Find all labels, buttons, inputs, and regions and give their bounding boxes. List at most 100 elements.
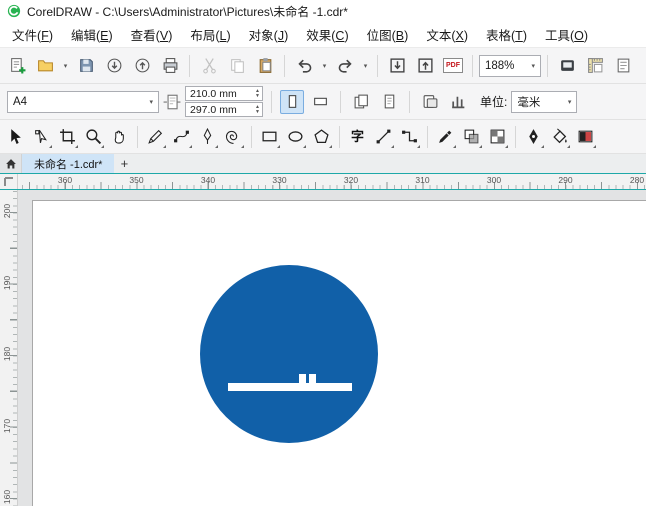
publish-pdf-button[interactable]: PDF <box>440 53 466 79</box>
ellipse-tool[interactable] <box>283 123 308 150</box>
width-spinner[interactable]: ▲▼ <box>255 89 260 98</box>
menubar: 文件(F)编辑(E)查看(V)布局(L)对象(J)效果(C)位图(B)文本(X)… <box>0 22 646 48</box>
freehand-tool[interactable] <box>143 123 168 150</box>
redo-icon <box>337 57 354 74</box>
separator <box>472 55 473 77</box>
apply-all-pages-button[interactable] <box>349 90 373 114</box>
fullscreen-preview-button[interactable] <box>554 53 580 79</box>
menu-item[interactable]: 位图(B) <box>358 21 418 48</box>
white-tick-shape[interactable] <box>309 374 316 384</box>
coreldraw-logo-icon <box>7 4 21 18</box>
new-tab-button[interactable]: + <box>114 154 134 173</box>
height-spinner[interactable]: ▲▼ <box>255 105 260 114</box>
pen-tool[interactable] <box>195 123 220 150</box>
menu-item[interactable]: 文本(X) <box>417 21 477 48</box>
hruler-label: 280 <box>630 175 644 185</box>
redo-button[interactable] <box>332 53 358 79</box>
interactive-fill-icon <box>577 128 594 145</box>
polygon-icon <box>313 128 330 145</box>
cloud-upload-button[interactable] <box>129 53 155 79</box>
ruler-origin-corner[interactable] <box>0 174 18 189</box>
polygon-tool[interactable] <box>309 123 334 150</box>
rectangle-tool[interactable] <box>257 123 282 150</box>
menu-item[interactable]: 效果(C) <box>297 21 357 48</box>
outline-pen-tool[interactable] <box>521 123 546 150</box>
page-size-select[interactable]: A4 ▾ <box>7 91 159 113</box>
page-width-value: 210.0 mm <box>190 88 237 100</box>
crop-tool[interactable] <box>55 123 80 150</box>
separator <box>271 91 272 113</box>
import-button[interactable] <box>384 53 410 79</box>
checkerboard-fill-tool[interactable] <box>485 123 510 150</box>
text-tool[interactable]: 字 <box>345 123 370 150</box>
portrait-button[interactable] <box>280 90 304 114</box>
page-border-button[interactable] <box>418 90 442 114</box>
undo-button[interactable] <box>291 53 317 79</box>
cloud-download-button[interactable] <box>101 53 127 79</box>
new-document-button[interactable] <box>4 53 30 79</box>
options-button[interactable] <box>610 53 636 79</box>
page-width-input[interactable]: 210.0 mm ▲▼ <box>185 86 263 101</box>
pick-tool-icon <box>7 128 24 145</box>
open-dropdown-arrow-icon[interactable]: ▾ <box>60 53 71 79</box>
fill-tool[interactable] <box>547 123 572 150</box>
separator <box>251 126 252 148</box>
menu-item[interactable]: 表格(T) <box>477 21 536 48</box>
apply-current-page-button[interactable] <box>377 90 401 114</box>
checkerboard-icon <box>489 128 506 145</box>
paste-button[interactable] <box>252 53 278 79</box>
menu-item[interactable]: 查看(V) <box>122 21 182 48</box>
spiral-tool[interactable] <box>221 123 246 150</box>
ruler-origin-icon <box>4 177 14 187</box>
separator <box>515 126 516 148</box>
save-button[interactable] <box>73 53 99 79</box>
all-pages-icon <box>353 93 370 110</box>
redo-dropdown-arrow-icon[interactable]: ▾ <box>360 53 371 79</box>
home-tab-button[interactable] <box>0 154 22 173</box>
spiral-icon <box>225 128 242 145</box>
eyedropper-tool[interactable] <box>433 123 458 150</box>
page-height-input[interactable]: 297.0 mm ▲▼ <box>185 102 263 117</box>
menu-item[interactable]: 对象(J) <box>240 21 298 48</box>
transparency-tool[interactable] <box>459 123 484 150</box>
shape-tool[interactable] <box>29 123 54 150</box>
page-size-dropdown-arrow-icon: ▾ <box>143 98 153 106</box>
white-tick-shape[interactable] <box>299 374 306 384</box>
export-button[interactable] <box>412 53 438 79</box>
print-button[interactable] <box>157 53 183 79</box>
open-button[interactable] <box>32 53 58 79</box>
separator <box>284 55 285 77</box>
white-bar-shape[interactable] <box>228 383 352 391</box>
menu-item[interactable]: 工具(O) <box>536 21 597 48</box>
blue-circle-shape[interactable] <box>200 265 378 443</box>
canvas[interactable] <box>18 190 646 506</box>
units-select[interactable]: 毫米 ▾ <box>511 91 577 113</box>
vertical-ruler[interactable]: 200190180170160 <box>0 190 18 506</box>
menu-item[interactable]: 布局(L) <box>181 21 239 48</box>
line-tool[interactable] <box>371 123 396 150</box>
canvas-row: 200190180170160 <box>0 190 646 506</box>
bezier-curve-icon <box>173 128 190 145</box>
copy-icon <box>229 57 246 74</box>
document-tab[interactable]: 未命名 -1.cdr* <box>22 154 114 173</box>
page-layout-button[interactable] <box>446 90 470 114</box>
zoom-tool[interactable] <box>81 123 106 150</box>
pick-tool[interactable] <box>3 123 28 150</box>
new-document-icon <box>9 57 26 74</box>
hruler-label: 360 <box>58 175 72 185</box>
pan-tool[interactable] <box>107 123 132 150</box>
connector-tool[interactable] <box>397 123 422 150</box>
document-tab-label: 未命名 -1.cdr* <box>34 156 102 172</box>
landscape-button[interactable] <box>308 90 332 114</box>
interactive-fill-tool[interactable] <box>573 123 598 150</box>
text-tool-icon: 字 <box>351 130 364 143</box>
horizontal-ruler[interactable]: 360350340330320310300290280 <box>18 174 646 189</box>
undo-dropdown-arrow-icon[interactable]: ▾ <box>319 53 330 79</box>
show-rulers-button[interactable] <box>582 53 608 79</box>
page-dimensions-icon <box>163 93 181 111</box>
menu-item[interactable]: 编辑(E) <box>62 21 122 48</box>
menu-item[interactable]: 文件(F) <box>3 21 62 48</box>
bezier-tool[interactable] <box>169 123 194 150</box>
document-page[interactable] <box>32 200 646 506</box>
zoom-level-select[interactable]: 188% ▾ <box>479 55 541 77</box>
